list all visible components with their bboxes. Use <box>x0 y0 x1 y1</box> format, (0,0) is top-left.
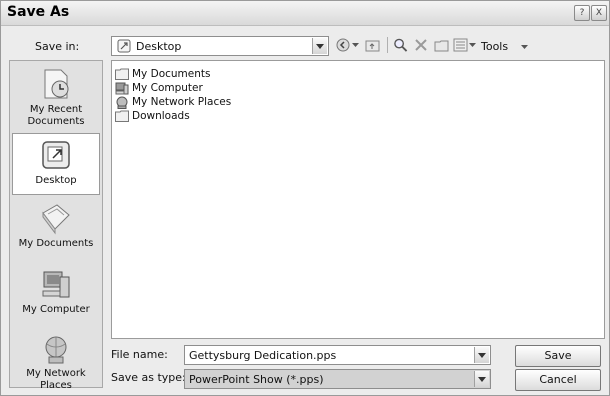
places-bar: My Recent Documents Desktop My Documents <box>9 60 103 391</box>
place-recent-documents[interactable]: My Recent Documents <box>12 67 100 129</box>
desktop-icon <box>42 141 70 169</box>
place-label: My Documents <box>18 238 94 249</box>
chevron-down-icon[interactable] <box>474 347 489 363</box>
delete-icon[interactable] <box>414 38 428 52</box>
chevron-down-icon[interactable] <box>474 371 489 387</box>
folder-icon <box>115 68 129 80</box>
place-my-documents[interactable]: My Documents <box>12 201 100 259</box>
up-folder-icon[interactable] <box>365 38 380 52</box>
place-network-places[interactable]: My Network Places <box>12 335 100 391</box>
save-type-label: Save as type: <box>111 371 186 384</box>
search-web-icon[interactable] <box>393 38 408 52</box>
toolbar-divider <box>387 37 388 53</box>
save-in-dropdown[interactable]: Desktop <box>111 36 329 56</box>
file-name-input[interactable]: Gettysburg Dedication.pps <box>184 345 491 365</box>
tools-label: Tools <box>481 40 509 53</box>
dialog-title: Save As <box>7 4 70 20</box>
save-as-dialog: Save As ? X Save in: Desktop Tools My Re… <box>0 0 610 396</box>
save-type-value: PowerPoint Show (*.pps) <box>189 373 324 386</box>
place-label: My Network Places <box>26 368 86 391</box>
views-dropdown-icon[interactable] <box>469 42 476 48</box>
file-name-value: Gettysburg Dedication.pps <box>189 349 337 362</box>
file-name: Downloads <box>132 110 190 122</box>
back-dropdown-icon[interactable] <box>352 42 359 48</box>
save-type-dropdown[interactable]: PowerPoint Show (*.pps) <box>184 369 491 389</box>
save-in-label: Save in: <box>35 40 80 53</box>
file-name: My Network Places <box>132 96 232 108</box>
place-my-computer[interactable]: My Computer <box>12 267 100 325</box>
network-places-icon <box>45 336 67 364</box>
save-in-value: Desktop <box>136 40 182 53</box>
network-icon <box>116 96 128 109</box>
tools-dropdown-icon[interactable] <box>521 44 528 50</box>
place-label: My Recent Documents <box>27 104 85 127</box>
close-button[interactable]: X <box>591 5 607 21</box>
new-folder-icon[interactable] <box>434 38 449 52</box>
place-label: My Computer <box>22 304 90 315</box>
place-label: Desktop <box>35 175 77 186</box>
file-name-label: File name: <box>111 348 168 361</box>
back-icon[interactable] <box>336 38 350 52</box>
file-name: My Computer <box>132 82 203 94</box>
save-button[interactable]: Save <box>515 345 601 367</box>
file-list: My Documents My Computer My Network Plac… <box>111 60 605 339</box>
desktop-icon <box>117 39 131 53</box>
my-computer-icon <box>42 271 70 298</box>
tools-menu[interactable]: Tools <box>481 40 508 53</box>
cancel-button[interactable]: Cancel <box>515 369 601 391</box>
chevron-down-icon[interactable] <box>312 38 327 54</box>
my-documents-icon <box>42 204 70 235</box>
views-icon[interactable] <box>453 38 468 52</box>
place-desktop[interactable]: Desktop <box>12 133 100 195</box>
title-bar: Save As ? X <box>1 1 609 26</box>
computer-icon <box>115 82 129 95</box>
folder-icon <box>115 110 129 122</box>
help-button[interactable]: ? <box>574 5 590 21</box>
recent-documents-icon <box>44 69 69 99</box>
file-name: My Documents <box>132 68 211 80</box>
